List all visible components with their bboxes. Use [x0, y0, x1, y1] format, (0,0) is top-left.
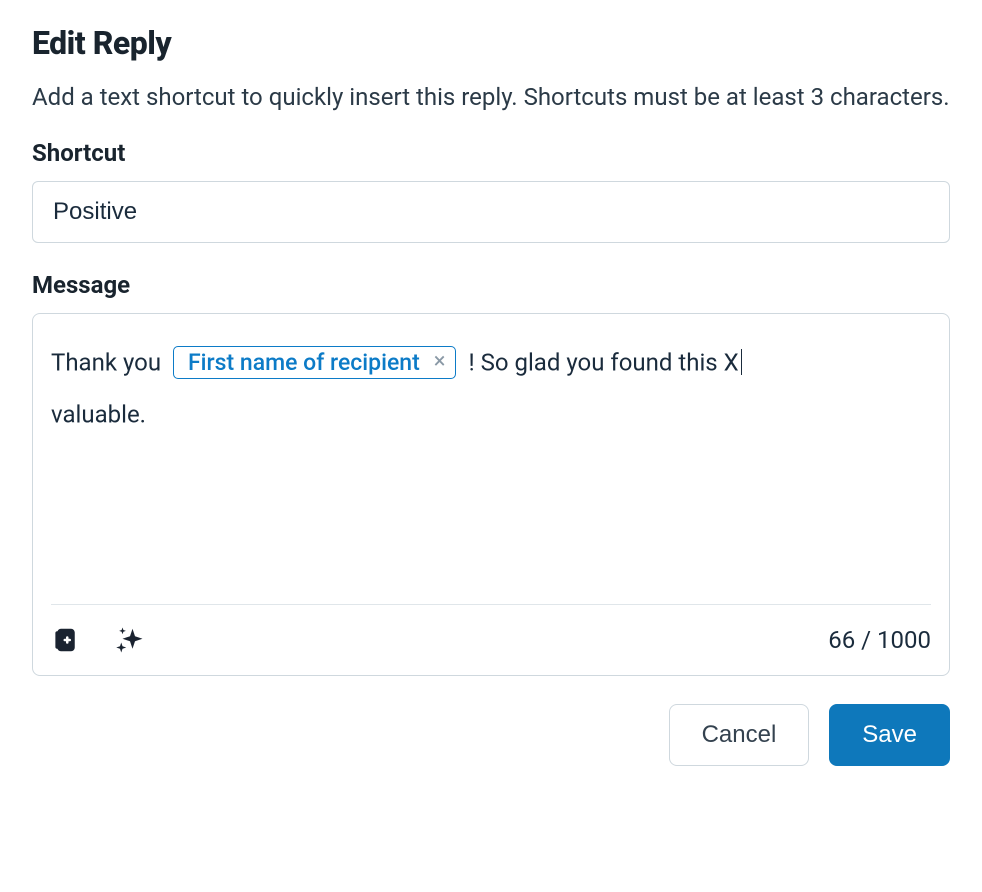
shortcut-field-group: Shortcut [32, 139, 950, 243]
message-text-part: ! So glad you found this X [462, 348, 738, 376]
close-icon[interactable]: × [434, 351, 446, 373]
variable-chip-label: First name of recipient [188, 351, 420, 374]
message-textarea[interactable]: Thank you First name of recipient × ! So … [33, 314, 949, 604]
message-footer: 66 / 1000 [51, 604, 931, 675]
message-toolbar [51, 625, 145, 655]
sparkle-icon[interactable] [115, 625, 145, 655]
insert-variable-icon[interactable] [51, 625, 81, 655]
message-label: Message [32, 271, 950, 299]
shortcut-input[interactable] [32, 181, 950, 243]
dialog-title: Edit Reply [32, 24, 950, 62]
message-text-part: valuable. [51, 400, 146, 428]
cancel-button[interactable]: Cancel [669, 704, 810, 766]
message-field-group: Message Thank you First name of recipien… [32, 271, 950, 676]
dialog-actions: Cancel Save [32, 704, 950, 766]
dialog-description: Add a text shortcut to quickly insert th… [32, 80, 950, 115]
shortcut-label: Shortcut [32, 139, 950, 167]
variable-chip[interactable]: First name of recipient × [173, 346, 456, 379]
message-text-part: Thank you [51, 348, 167, 376]
text-caret [741, 349, 742, 375]
save-button[interactable]: Save [829, 704, 950, 766]
message-editor: Thank you First name of recipient × ! So … [32, 313, 950, 676]
character-count: 66 / 1000 [828, 626, 931, 654]
